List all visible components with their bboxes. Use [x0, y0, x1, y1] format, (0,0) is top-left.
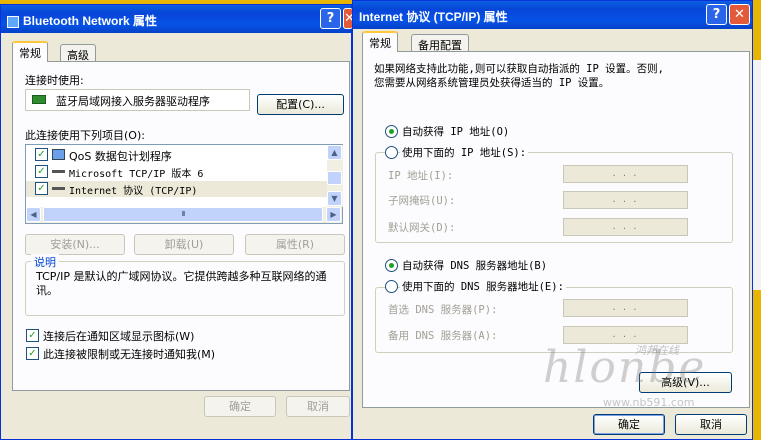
horizontal-scrollbar[interactable]: ◀ III ▶ — [26, 207, 342, 223]
watermark-script: 鸿邦在线 — [635, 344, 679, 357]
watermark-logo: hlonbe — [543, 342, 707, 393]
notify-label[interactable]: 此连接被限制或无连接时通知我(M) — [43, 346, 215, 362]
list-item[interactable]: ✓ QoS 数据包计划程序 — [26, 147, 326, 163]
tab-general[interactable]: 常规 — [12, 41, 48, 62]
background-window-fragment — [752, 60, 761, 290]
preferred-dns-field[interactable]: . . . — [563, 299, 688, 317]
bluetooth-properties-window: Bluetooth Network 属性 ? ✕ 常规 高级 连接时使用: 蓝牙… — [0, 4, 355, 440]
watermark-url: www.nb591.com — [603, 396, 695, 409]
list-item[interactable]: ✓ Microsoft TCP/IP 版本 6 — [26, 164, 326, 180]
network-icon — [7, 15, 19, 28]
description-label: 说明 — [31, 254, 59, 270]
scroll-left-icon[interactable]: ◀ — [26, 207, 41, 222]
subnet-mask-field[interactable]: . . . — [563, 191, 688, 209]
adapter-box: 蓝牙局域网接入服务器驱动程序 — [25, 89, 250, 111]
preferred-dns-label: 首选 DNS 服务器(P): — [388, 304, 498, 316]
default-gateway-label: 默认网关(D): — [388, 222, 456, 234]
intro-line-1: 如果网络支持此功能,则可以获取自动指派的 IP 设置。否则, — [374, 63, 664, 75]
list-item-label: Microsoft TCP/IP 版本 6 — [69, 169, 204, 180]
manual-dns-label[interactable]: 使用下面的 DNS 服务器地址(E): — [400, 279, 566, 294]
window-title: Internet 协议 (TCP/IP) 属性 — [353, 1, 752, 29]
configure-button[interactable]: 配置(C)... — [257, 94, 344, 115]
scroll-right-icon[interactable]: ▶ — [326, 207, 341, 222]
scroll-down-icon[interactable]: ▼ — [327, 191, 342, 206]
auto-ip-label[interactable]: 自动获得 IP 地址(O) — [402, 124, 509, 139]
intro-line-2: 您需要从网络系统管理员处获得适当的 IP 设置。 — [374, 77, 610, 89]
cancel-button[interactable]: 取消 — [675, 414, 747, 435]
description-text: TCP/IP 是默认的广域网协议。它提供跨越多种互联网络的通讯。 — [36, 270, 327, 297]
show-icon-label[interactable]: 连接后在通知区域显示图标(W) — [43, 328, 194, 344]
components-list: ✓ QoS 数据包计划程序 ✓ Microsoft TCP/IP 版本 6 ✓ … — [25, 144, 343, 224]
close-button[interactable]: ✕ — [729, 4, 750, 25]
subnet-mask-label: 子网掩码(U): — [388, 195, 456, 207]
alternate-dns-label: 备用 DNS 服务器(A): — [388, 330, 498, 342]
window-title: Bluetooth Network 属性 — [1, 5, 351, 33]
show-icon-checkbox[interactable]: ✓ — [26, 329, 39, 342]
protocol-icon — [52, 187, 65, 190]
scroll-up-icon[interactable]: ▲ — [327, 145, 342, 160]
item-checkbox[interactable]: ✓ — [35, 182, 48, 195]
manual-dns-radio[interactable] — [385, 280, 398, 293]
general-panel: 连接时使用: 蓝牙局域网接入服务器驱动程序 配置(C)... 此连接使用下列项目… — [12, 61, 350, 391]
protocol-icon — [52, 170, 65, 173]
qos-icon — [52, 149, 65, 160]
help-button[interactable]: ? — [706, 4, 727, 25]
ok-button[interactable]: 确定 — [593, 414, 665, 435]
auto-ip-radio[interactable] — [385, 125, 398, 138]
cancel-button[interactable]: 取消 — [286, 396, 350, 417]
scroll-thumb[interactable] — [327, 171, 342, 185]
default-gateway-field[interactable]: . . . — [563, 218, 688, 236]
item-checkbox[interactable]: ✓ — [35, 148, 48, 161]
list-item-label: Internet 协议 (TCP/IP) — [69, 186, 198, 197]
list-item-label: QoS 数据包计划程序 — [69, 150, 172, 163]
ip-address-label: IP 地址(I): — [388, 170, 454, 182]
general-panel: 如果网络支持此功能,则可以获取自动指派的 IP 设置。否则, 您需要从网络系统管… — [362, 51, 750, 409]
notify-checkbox[interactable]: ✓ — [26, 347, 39, 360]
adapter-name: 蓝牙局域网接入服务器驱动程序 — [56, 95, 210, 108]
tab-general[interactable]: 常规 — [362, 31, 398, 52]
list-item[interactable]: ✓ Internet 协议 (TCP/IP) — [26, 181, 336, 197]
items-label: 此连接使用下列项目(O): — [25, 129, 145, 142]
help-button[interactable]: ? — [320, 8, 341, 29]
adapter-icon — [32, 95, 46, 104]
properties-button[interactable]: 属性(R) — [245, 234, 345, 255]
manual-ip-radio[interactable] — [385, 146, 398, 159]
install-button[interactable]: 安装(N)... — [25, 234, 125, 255]
auto-dns-radio[interactable] — [385, 259, 398, 272]
tcpip-properties-window: Internet 协议 (TCP/IP) 属性 ? ✕ 常规 备用配置 如果网络… — [352, 0, 753, 440]
manual-ip-label[interactable]: 使用下面的 IP 地址(S): — [400, 145, 529, 160]
item-checkbox[interactable]: ✓ — [35, 165, 48, 178]
ip-address-field[interactable]: . . . — [563, 165, 688, 183]
connect-using-label: 连接时使用: — [25, 74, 84, 87]
uninstall-button[interactable]: 卸载(U) — [134, 234, 234, 255]
ok-button[interactable]: 确定 — [204, 396, 276, 417]
auto-dns-label[interactable]: 自动获得 DNS 服务器地址(B) — [402, 258, 547, 273]
vertical-scrollbar[interactable]: ▲ ▼ — [327, 145, 343, 207]
scroll-thumb-horizontal[interactable]: III — [43, 207, 323, 222]
